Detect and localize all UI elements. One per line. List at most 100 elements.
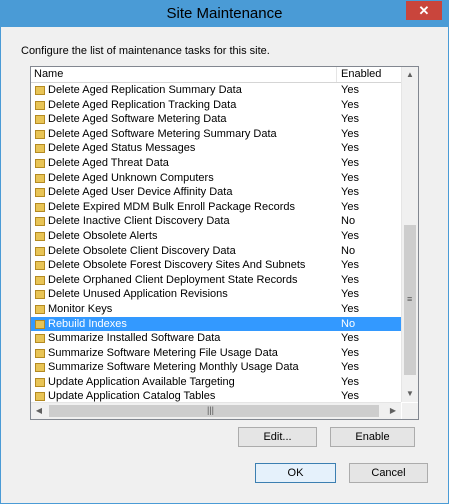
task-enabled-value: Yes	[341, 98, 359, 111]
task-folder-icon	[35, 319, 45, 329]
task-name: Delete Obsolete Client Discovery Data	[48, 244, 236, 257]
scroll-right-arrow-icon[interactable]: ▶	[385, 403, 401, 419]
task-folder-icon	[35, 392, 45, 402]
task-enabled-value: Yes	[341, 288, 359, 301]
task-enabled-value: Yes	[341, 302, 359, 315]
task-row[interactable]: Delete Aged Software Metering Summary Da…	[31, 127, 401, 142]
task-enabled-value: No	[341, 317, 356, 330]
task-folder-icon	[35, 188, 45, 198]
task-folder-icon	[35, 275, 45, 285]
task-enabled-value: Yes	[341, 186, 359, 199]
scroll-up-arrow-icon[interactable]: ▲	[402, 67, 418, 83]
task-enabled-value: Yes	[341, 127, 359, 140]
task-row[interactable]: Summarize Software Metering Monthly Usag…	[31, 360, 401, 375]
task-row[interactable]: Delete Aged Unknown Computers Yes	[31, 171, 401, 186]
task-name: Delete Aged Replication Summary Data	[48, 84, 242, 96]
task-enabled-value: Yes	[341, 259, 359, 272]
task-row[interactable]: Delete Obsolete Client Discovery Data No	[31, 244, 401, 259]
task-row[interactable]: Delete Inactive Client Discovery Data No	[31, 214, 401, 229]
task-row[interactable]: Delete Obsolete Forest Discovery Sites A…	[31, 258, 401, 273]
task-name: Summarize Software Metering File Usage D…	[48, 346, 278, 359]
task-enabled-value: Yes	[341, 84, 359, 96]
task-name: Delete Inactive Client Discovery Data	[48, 215, 230, 228]
task-name: Delete Obsolete Forest Discovery Sites A…	[48, 259, 306, 272]
task-name: Delete Orphaned Client Deployment State …	[48, 273, 298, 286]
task-folder-icon	[35, 129, 45, 139]
task-row[interactable]: Delete Aged Software Metering Data Yes	[31, 112, 401, 127]
task-enabled-value: Yes	[341, 171, 359, 184]
task-folder-icon	[35, 377, 45, 387]
task-enabled-value: Yes	[341, 361, 359, 374]
maintenance-task-list[interactable]: Name Enabled Delete Aged Replication Sum…	[30, 66, 419, 420]
enable-button[interactable]: Enable	[330, 427, 415, 447]
task-folder-icon	[35, 144, 45, 154]
task-row[interactable]: Summarize Installed Software Data Yes	[31, 331, 401, 346]
task-row[interactable]: Delete Unused Application Revisions Yes	[31, 287, 401, 302]
task-enabled-value: Yes	[341, 142, 359, 155]
task-folder-icon	[35, 173, 45, 183]
task-row[interactable]: Delete Aged User Device Affinity Data Yes	[31, 185, 401, 200]
column-header-name[interactable]: Name	[34, 68, 63, 80]
task-enabled-value: Yes	[341, 332, 359, 345]
task-name: Delete Unused Application Revisions	[48, 288, 228, 301]
horizontal-scroll-thumb[interactable]: |||	[49, 405, 379, 417]
task-folder-icon	[35, 100, 45, 110]
close-button[interactable]: ✕	[406, 1, 442, 20]
task-folder-icon	[35, 246, 45, 256]
task-folder-icon	[35, 202, 45, 212]
task-folder-icon	[35, 115, 45, 125]
task-folder-icon	[35, 217, 45, 227]
task-folder-icon	[35, 334, 45, 344]
ok-button[interactable]: OK	[255, 463, 336, 483]
column-header-enabled[interactable]: Enabled	[341, 68, 381, 80]
list-header: Name Enabled	[31, 67, 401, 83]
task-folder-icon	[35, 290, 45, 300]
task-enabled-value: Yes	[341, 375, 359, 388]
task-name: Delete Aged User Device Affinity Data	[48, 186, 233, 199]
title-bar[interactable]: Site Maintenance ✕	[1, 1, 448, 27]
task-enabled-value: Yes	[341, 229, 359, 242]
task-name: Update Application Available Targeting	[48, 375, 235, 388]
task-folder-icon	[35, 231, 45, 241]
task-row[interactable]: Delete Obsolete Alerts Yes	[31, 229, 401, 244]
task-row[interactable]: Delete Orphaned Client Deployment State …	[31, 273, 401, 288]
task-row[interactable]: Delete Expired MDM Bulk Enroll Package R…	[31, 200, 401, 215]
edit-button[interactable]: Edit...	[238, 427, 317, 447]
task-row[interactable]: Delete Aged Threat Data Yes	[31, 156, 401, 171]
task-name: Summarize Installed Software Data	[48, 332, 221, 345]
task-folder-icon	[35, 261, 45, 271]
task-enabled-value: Yes	[341, 156, 359, 169]
task-row[interactable]: Delete Aged Replication Tracking Data Yes	[31, 98, 401, 113]
task-enabled-value: Yes	[341, 200, 359, 213]
task-enabled-value: No	[341, 215, 356, 228]
window-title: Site Maintenance	[166, 5, 283, 22]
task-enabled-value: Yes	[341, 346, 359, 359]
grip-icon: |||	[207, 405, 215, 415]
vertical-scroll-thumb[interactable]: ≡	[404, 225, 416, 375]
task-row[interactable]: Update Application Available Targeting Ye…	[31, 375, 401, 390]
task-row[interactable]: Delete Aged Replication Summary Data Yes	[31, 83, 401, 98]
task-row[interactable]: Delete Aged Status Messages Yes	[31, 141, 401, 156]
task-enabled-value: No	[341, 244, 356, 257]
task-folder-icon	[35, 158, 45, 168]
vertical-scrollbar[interactable]: ▲ ≡ ▼	[401, 67, 418, 402]
task-row[interactable]: Rebuild Indexes No	[31, 316, 401, 332]
description-text: Configure the list of maintenance tasks …	[21, 45, 270, 57]
task-row[interactable]: Summarize Software Metering File Usage D…	[31, 346, 401, 361]
task-rows: Delete Aged Replication Summary Data Yes D…	[31, 83, 401, 404]
column-divider[interactable]	[336, 67, 337, 82]
task-name: Delete Aged Software Metering Data	[48, 113, 227, 126]
task-row[interactable]: Monitor Keys Yes	[31, 302, 401, 317]
task-name: Summarize Software Metering Monthly Usag…	[48, 361, 299, 374]
scroll-left-arrow-icon[interactable]: ◀	[31, 403, 47, 419]
scroll-down-arrow-icon[interactable]: ▼	[402, 386, 418, 402]
task-name: Delete Aged Replication Tracking Data	[48, 98, 237, 111]
cancel-button[interactable]: Cancel	[349, 463, 428, 483]
task-name: Delete Obsolete Alerts	[48, 229, 158, 242]
task-name: Monitor Keys	[48, 302, 113, 315]
task-folder-icon	[35, 348, 45, 358]
horizontal-scrollbar[interactable]: ◀ ||| ▶	[31, 402, 401, 419]
task-enabled-value: Yes	[341, 273, 359, 286]
task-name: Delete Aged Status Messages	[48, 142, 196, 155]
task-folder-icon	[35, 304, 45, 314]
